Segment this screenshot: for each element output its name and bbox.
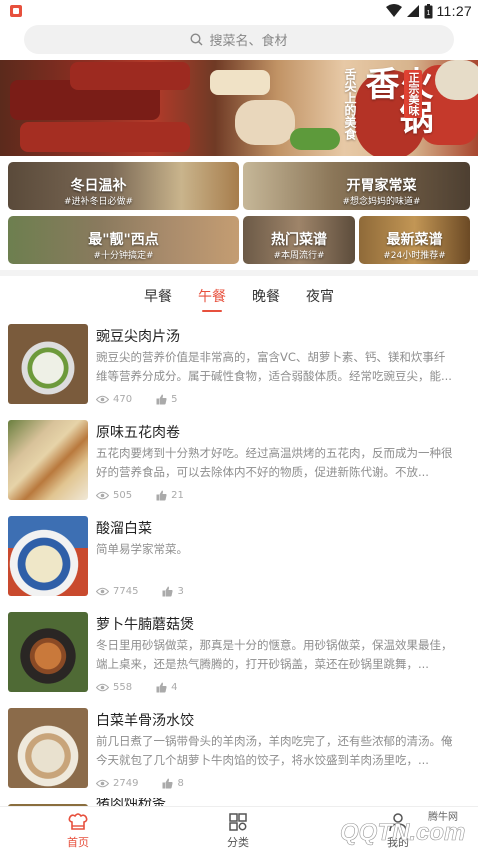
nav-category[interactable]: 分类 <box>208 811 268 850</box>
search-input[interactable]: 搜菜名、食材 <box>24 25 454 54</box>
category-subtitle: #十分钟搞定# <box>93 251 154 261</box>
category-title: 冬日温补 <box>70 178 127 194</box>
category-western-pastry[interactable]: 最"靓"西点 #十分钟搞定# <box>8 216 239 264</box>
thumbs-up-icon <box>162 778 174 788</box>
tab-lunch[interactable]: 午餐 <box>198 280 226 314</box>
recipe-stats: 558 4 <box>96 680 177 694</box>
eye-icon <box>96 395 109 403</box>
banner-mushroom <box>235 100 295 145</box>
nav-category-label: 分类 <box>227 836 249 849</box>
list-item[interactable]: 原味五花肉卷 五花肉要烤到十分熟才好吃。经过高温烘烤的五花肉，反而成为一种很好的… <box>0 414 478 510</box>
status-bar: 1 11:27 <box>0 0 478 22</box>
search-icon <box>190 33 203 46</box>
recipe-stats: 7745 3 <box>96 584 184 598</box>
nav-home[interactable]: 首页 <box>48 811 108 850</box>
thumbs-up-icon <box>156 490 167 500</box>
recipe-stats: 505 21 <box>96 488 184 502</box>
list-item[interactable]: 白菜羊骨汤水饺 前几日煮了一锅带骨头的羊肉汤，羊肉吃完了，还有些浓郁的清汤。俺今… <box>0 702 478 798</box>
view-count: 505 <box>113 489 133 501</box>
eye-icon <box>96 587 109 595</box>
category-subtitle: #想念妈妈的味道# <box>342 197 421 207</box>
recipe-thumbnail <box>8 612 88 692</box>
like-count: 4 <box>171 681 178 693</box>
view-count: 470 <box>113 393 133 405</box>
recipe-name: 原味五花肉卷 <box>96 425 180 441</box>
banner-plate <box>435 60 478 100</box>
thumbs-up-icon <box>162 586 174 596</box>
section-divider <box>0 270 478 276</box>
recipe-description: 五花肉要烤到十分熟才好吃。经过高温烘烤的五花肉，反而成为一种很好的营养食品，可以… <box>96 446 453 479</box>
meal-tabs: 早餐 午餐 晚餐 夜宵 <box>0 280 478 314</box>
eye-icon <box>96 683 109 691</box>
recipe-thumbnail <box>8 708 88 788</box>
like-count: 5 <box>171 393 178 405</box>
like-count: 21 <box>171 489 184 501</box>
wifi-icon <box>385 4 402 17</box>
chef-hat-icon <box>68 813 88 830</box>
tab-late-night[interactable]: 夜宵 <box>306 280 334 314</box>
recipe-thumbnail <box>8 420 88 500</box>
category-title: 最新菜谱 <box>386 232 443 248</box>
category-subtitle: #进补冬日必做# <box>63 197 134 207</box>
clock: 11:27 <box>436 3 472 19</box>
battery-icon: 1 <box>424 3 432 18</box>
eye-icon <box>96 779 109 787</box>
category-home-cooking[interactable]: 开胃家常菜 #想念妈妈的味道# <box>243 162 470 210</box>
recipe-description: 简单易学家常菜。 <box>96 542 188 556</box>
category-title: 开胃家常菜 <box>346 178 417 194</box>
grid-icon <box>229 813 247 831</box>
banner-tofu <box>210 70 270 95</box>
list-item[interactable]: 酸溜白菜 简单易学家常菜。 7745 3 <box>0 510 478 606</box>
svg-text:QQTN.com: QQTN.com <box>340 819 465 846</box>
category-popular[interactable]: 热门菜谱 #本周流行# <box>243 216 355 264</box>
recipe-stats: 2749 8 <box>96 776 184 790</box>
notification-icon <box>10 5 22 17</box>
nav-home-label: 首页 <box>67 836 89 849</box>
recipe-description: 前几日煮了一锅带骨头的羊肉汤，羊肉吃完了，还有些浓郁的清汤。俺今天就包了几个胡萝… <box>96 734 453 767</box>
view-count: 7745 <box>113 585 139 597</box>
banner-vegetable <box>290 128 340 150</box>
category-winter-tonic[interactable]: 冬日温补 #进补冬日必做# <box>8 162 239 210</box>
like-count: 8 <box>177 777 184 789</box>
recipe-description: 冬日里用砂锅做菜，那真是十分的惬意。用砂锅做菜，保温效果最佳，端上桌来，还是热气… <box>96 638 453 671</box>
recipe-name: 白菜羊骨汤水饺 <box>96 713 194 729</box>
search-placeholder: 搜菜名、食材 <box>209 34 288 49</box>
recipe-thumbnail <box>8 516 88 596</box>
banner-meat-roll <box>70 62 190 90</box>
category-subtitle: #24小时推荐# <box>383 251 446 261</box>
list-item[interactable]: 萝卜牛腩蘑菇煲 冬日里用砂锅做菜，那真是十分的惬意。用砂锅做菜，保温效果最佳，端… <box>0 606 478 702</box>
thumbs-up-icon <box>156 682 167 692</box>
tab-dinner[interactable]: 晚餐 <box>252 280 280 314</box>
category-title: 热门菜谱 <box>271 232 327 248</box>
list-item[interactable]: 豌豆尖肉片汤 豌豆尖的营养价值是非常高的，富含VC、胡萝卜素、钙、镁和炊事纤维等… <box>0 318 478 414</box>
hotpot-banner[interactable]: 火锅香 正宗美味 舌尖上的美食 <box>0 60 478 156</box>
signal-icon <box>406 5 419 17</box>
recipe-name: 萝卜牛腩蘑菇煲 <box>96 617 194 633</box>
watermark-logo: QQTN.com 腾牛网 <box>304 810 466 846</box>
category-newest[interactable]: 最新菜谱 #24小时推荐# <box>359 216 470 264</box>
recipe-name: 猪肉炖粉条 <box>96 798 166 806</box>
view-count: 558 <box>113 681 133 693</box>
like-count: 3 <box>177 585 184 597</box>
eye-icon <box>96 491 109 499</box>
category-title: 最"靓"西点 <box>88 232 159 248</box>
svg-text:腾牛网: 腾牛网 <box>428 810 458 823</box>
svg-text:1: 1 <box>426 10 430 17</box>
thumbs-up-icon <box>156 394 167 404</box>
recipe-thumbnail <box>8 324 88 404</box>
recipe-name: 豌豆尖肉片汤 <box>96 329 180 345</box>
search-bar: 搜菜名、食材 <box>0 22 478 60</box>
recipe-stats: 470 5 <box>96 392 177 406</box>
recipe-description: 豌豆尖的营养价值是非常高的，富含VC、胡萝卜素、钙、镁和炊事纤维等营养分成分。属… <box>96 350 452 383</box>
banner-meat-roll <box>20 122 190 152</box>
tab-breakfast[interactable]: 早餐 <box>144 280 172 314</box>
recipe-name: 酸溜白菜 <box>96 521 152 537</box>
category-grid: 冬日温补 #进补冬日必做# 开胃家常菜 #想念妈妈的味道# 最"靓"西点 #十分… <box>8 162 470 264</box>
banner-slogan: 舌尖上的美食 <box>343 68 357 140</box>
view-count: 2749 <box>113 777 139 789</box>
status-right: 1 11:27 <box>385 3 473 19</box>
category-subtitle: #本周流行# <box>273 251 325 261</box>
banner-tag: 正宗美味 <box>404 70 422 118</box>
site-watermark: QQTN.com 腾牛网 <box>298 800 478 851</box>
